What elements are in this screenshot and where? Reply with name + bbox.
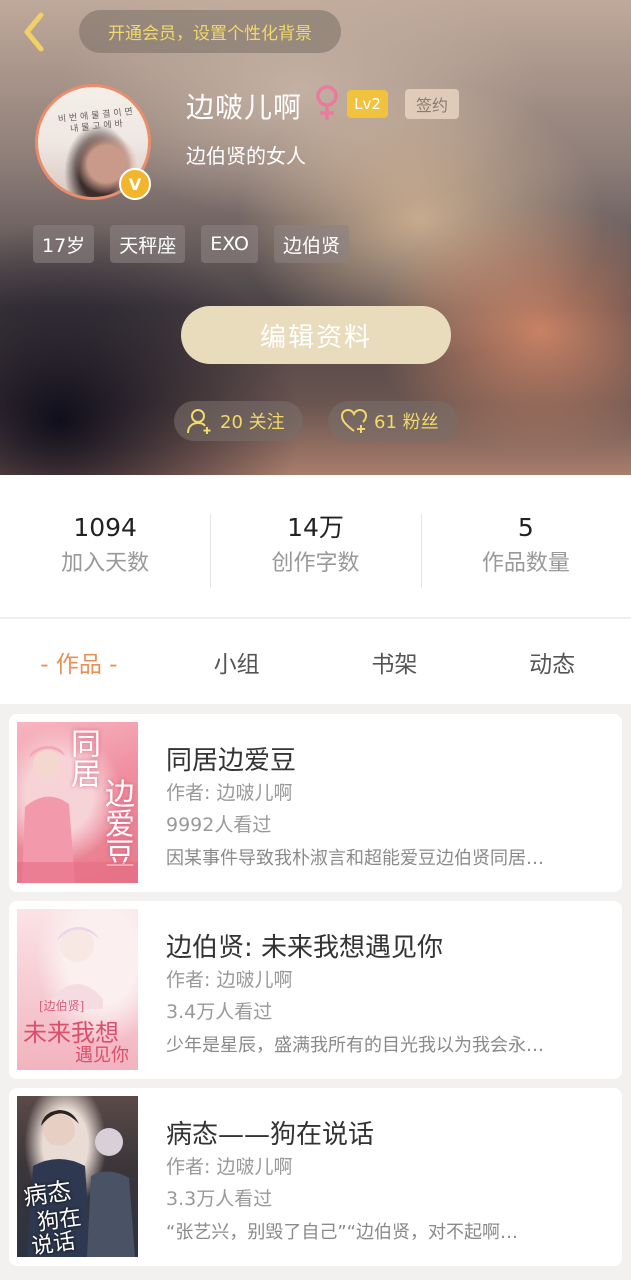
stats-bar: 1094 加入天数 14万 创作字数 5 作品数量 xyxy=(0,475,631,618)
stat-join-days: 1094 加入天数 xyxy=(0,510,210,582)
female-icon xyxy=(316,85,338,120)
tab-activity[interactable]: 动态 xyxy=(473,645,631,679)
work-description: “张艺兴，别毁了自己”“边伯贤，对不起啊… xyxy=(166,1222,518,1243)
cover-title-art: [边伯贤] xyxy=(39,999,85,1013)
work-views: 3.4万人看过 xyxy=(166,1001,273,1023)
following-count: 20 关注 xyxy=(220,412,285,433)
user-add-icon xyxy=(187,409,211,434)
username: 边啵儿啊 xyxy=(186,91,303,124)
work-card[interactable]: 病态 狗在 说话 病态——狗在说话 作者: 边啵儿啊 3.3万人看过 “张艺兴，… xyxy=(9,1088,622,1266)
stat-works-count: 5 作品数量 xyxy=(420,510,631,588)
stat-value: 14万 xyxy=(287,513,344,542)
chevron-left-icon xyxy=(24,12,44,52)
cover-title-art: 遇见你 xyxy=(75,1045,129,1066)
tag-group: EXO xyxy=(201,225,258,263)
work-title: 边伯贤: 未来我想遇见你 xyxy=(166,933,444,963)
tab-bookshelf[interactable]: 书架 xyxy=(316,645,474,679)
work-card[interactable]: [边伯贤] 未来我想 遇见你 边伯贤: 未来我想遇见你 作者: 边啵儿啊 3.4… xyxy=(9,901,622,1079)
fans-count: 61 粉丝 xyxy=(374,412,439,433)
vip-banner[interactable]: 开通会员，设置个性化背景 xyxy=(79,10,341,53)
tab-works[interactable]: - 作品 - xyxy=(0,645,158,679)
signed-badge: 签约 xyxy=(405,89,459,119)
tag-constellation: 天秤座 xyxy=(110,225,186,263)
work-cover: 病态 狗在 说话 xyxy=(17,1096,138,1257)
work-author: 作者: 边啵儿啊 xyxy=(166,782,293,804)
work-description: 因某事件导致我朴淑言和超能爱豆边伯贤同居… xyxy=(166,848,544,869)
cover-figure xyxy=(17,746,138,883)
stat-value: 5 xyxy=(517,513,534,542)
tag-idol: 边伯贤 xyxy=(273,225,349,263)
following-button[interactable]: 20 关注 xyxy=(174,401,303,441)
work-author: 作者: 边啵儿啊 xyxy=(166,1156,293,1178)
tag-age: 17岁 xyxy=(33,225,95,263)
work-description: 少年是星辰，盛满我所有的目光我以为我会永… xyxy=(166,1035,544,1056)
stat-label: 作品数量 xyxy=(481,551,570,576)
cover-title-art: 说话 xyxy=(29,1229,77,1257)
work-author: 作者: 边啵儿啊 xyxy=(166,969,293,991)
work-views: 9992人看过 xyxy=(166,814,272,836)
stat-word-count: 14万 创作字数 xyxy=(210,510,420,588)
stat-value: 1094 xyxy=(73,513,137,542)
heart-add-icon xyxy=(340,408,368,433)
work-cover: [边伯贤] 未来我想 遇见你 xyxy=(17,909,138,1070)
avatar-image-text: 비 번 에 물 결 이 면내 물 고 에 바 xyxy=(57,107,134,135)
verified-badge: V xyxy=(119,168,151,200)
edit-profile-button[interactable]: 编辑资料 xyxy=(181,306,451,364)
stat-label: 创作字数 xyxy=(271,551,360,576)
work-cover: 同居 边爱豆 xyxy=(17,722,138,883)
profile-tags: 17岁 天秤座 EXO 边伯贤 xyxy=(33,225,349,263)
work-views: 3.3万人看过 xyxy=(166,1188,273,1210)
profile-signature: 边伯贤的女人 xyxy=(186,144,306,168)
profile-tabs: - 作品 - 小组 书架 动态 xyxy=(0,619,631,704)
profile-header: 开通会员，设置个性化背景 비 번 에 물 결 이 면내 물 고 에 바 V 边啵… xyxy=(0,0,631,475)
work-title: 病态——狗在说话 xyxy=(166,1120,375,1150)
stat-label: 加入天数 xyxy=(61,551,150,576)
fans-button[interactable]: 61 粉丝 xyxy=(328,401,458,441)
work-title: 同居边爱豆 xyxy=(166,746,297,776)
level-badge: Lv2 xyxy=(347,90,388,118)
back-button[interactable] xyxy=(14,12,54,52)
work-card[interactable]: 同居 边爱豆 同居边爱豆 作者: 边啵儿啊 9992人看过 因某事件导致我朴淑言… xyxy=(9,714,622,892)
tab-groups[interactable]: 小组 xyxy=(158,645,316,679)
